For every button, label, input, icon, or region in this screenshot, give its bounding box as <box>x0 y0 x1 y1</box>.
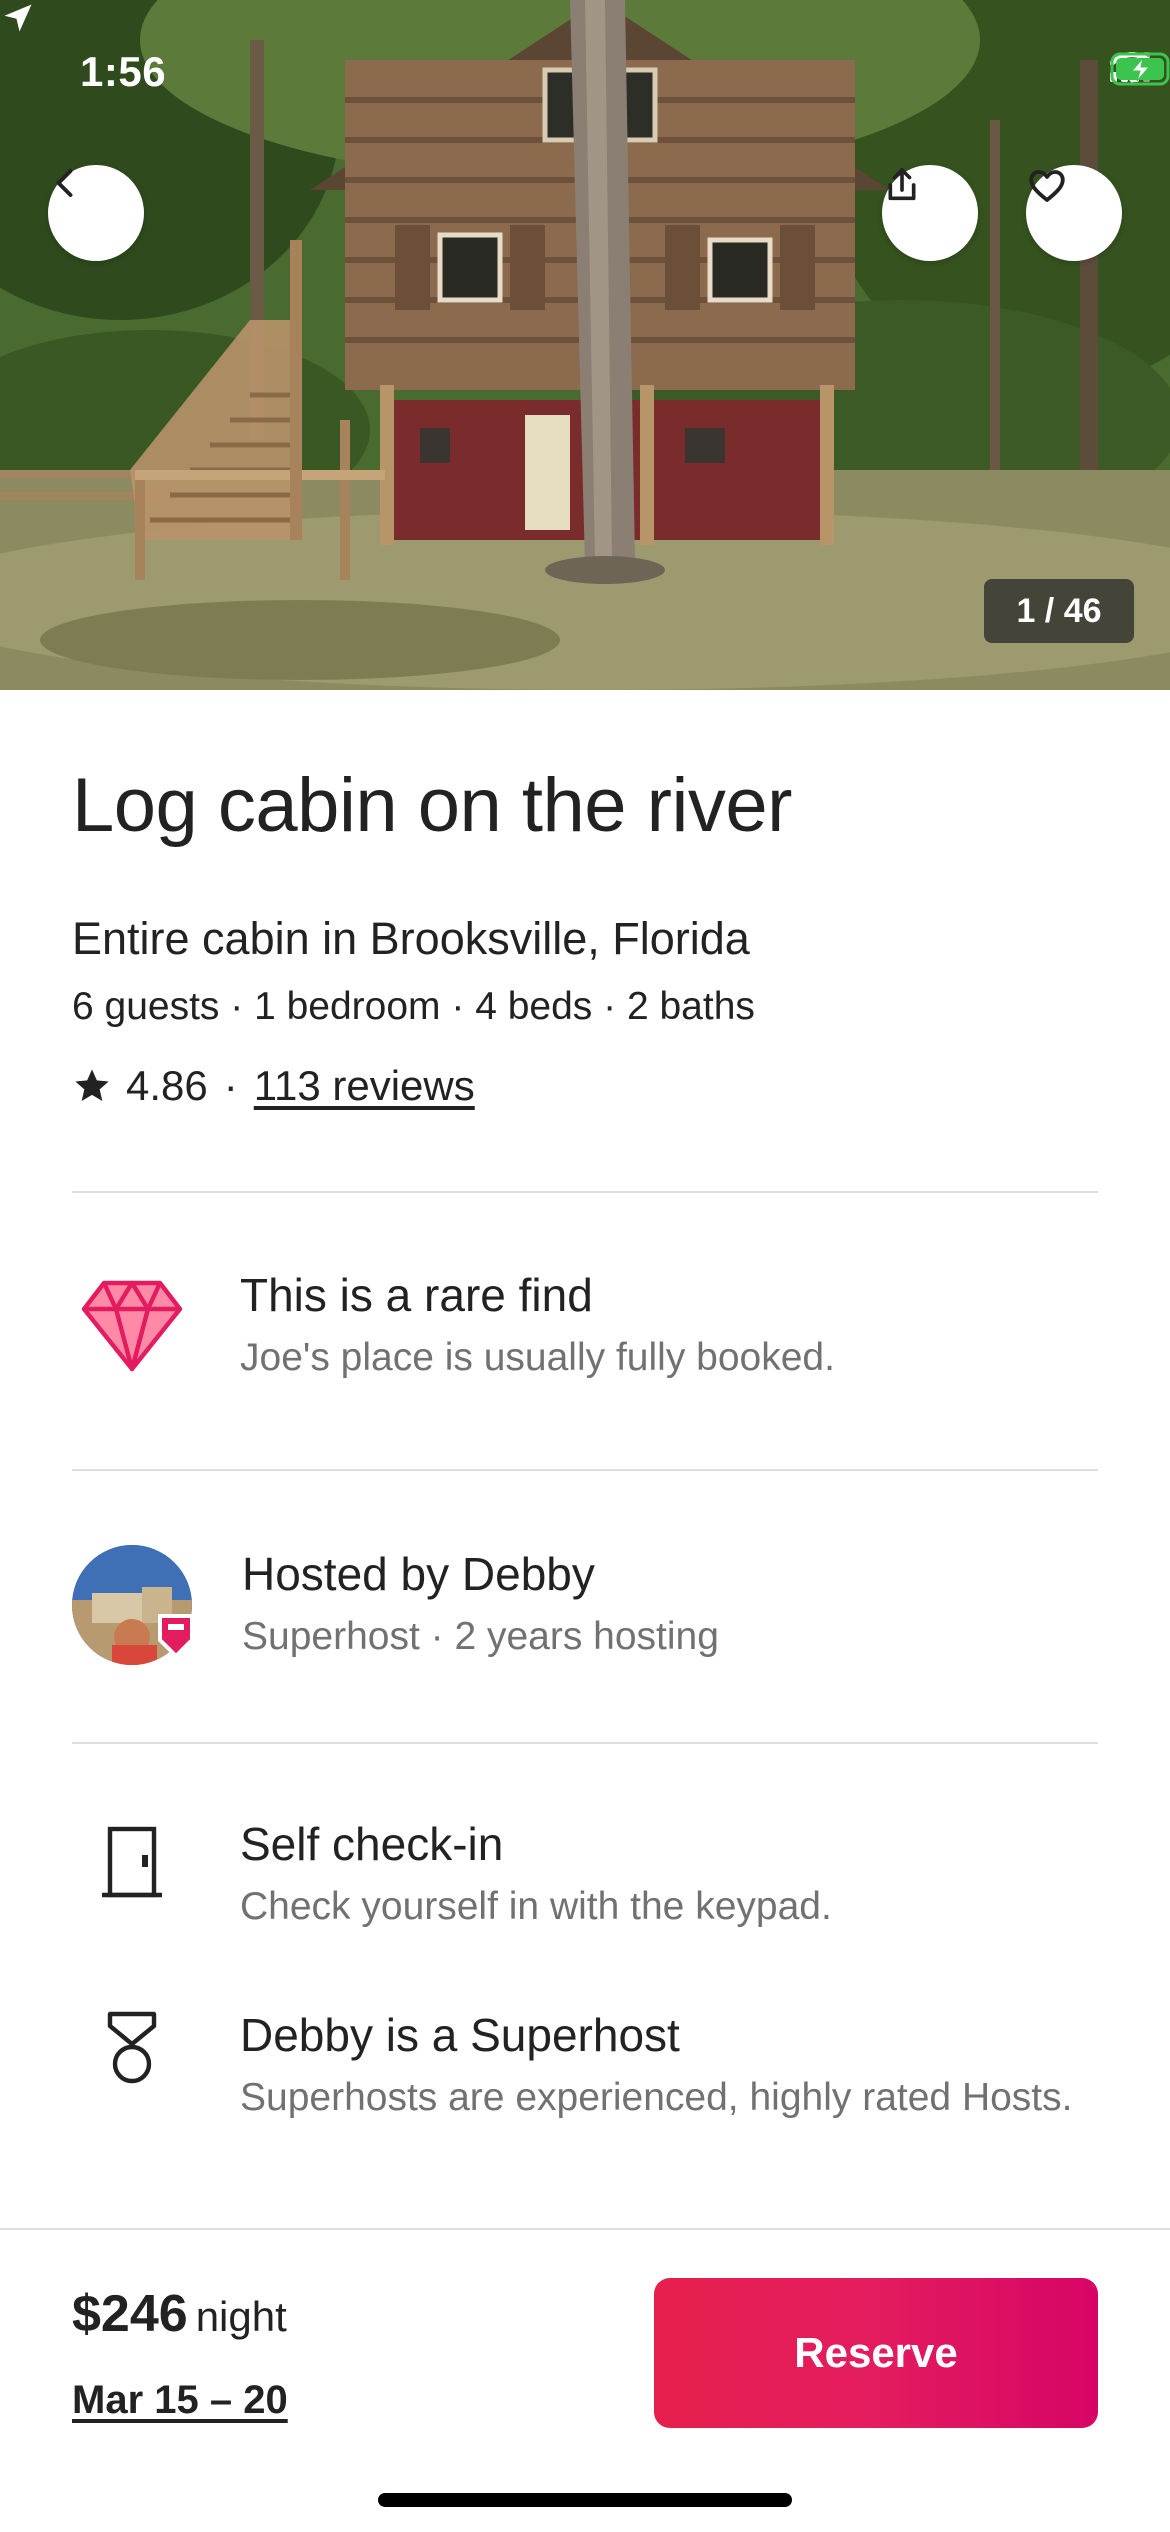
rare-find-subtitle: Joe's place is usually fully booked. <box>240 1336 835 1379</box>
price-unit: night <box>195 2293 287 2340</box>
self-checkin-title: Self check-in <box>240 1818 504 1870</box>
divider <box>72 1469 1098 1471</box>
host-title: Hosted by Debby <box>242 1548 595 1600</box>
save-favorite-button[interactable] <box>1026 165 1122 261</box>
heart-icon <box>1029 170 1065 202</box>
share-icon <box>888 168 916 201</box>
listing-subtitle: Entire cabin in Brooksville, Florida <box>72 913 750 964</box>
footer-divider <box>0 2228 1170 2230</box>
location-arrow-icon <box>4 4 32 32</box>
rare-find-title: This is a rare find <box>240 1269 593 1321</box>
battery-charging-icon <box>1110 52 1170 86</box>
rating-summary: 4.86 · 113 reviews <box>72 1062 475 1110</box>
price-value: $246 <box>72 2285 188 2343</box>
share-button[interactable] <box>882 165 978 261</box>
listing-title: Log cabin on the river <box>72 763 792 848</box>
reserve-button[interactable]: Reserve <box>654 2278 1098 2428</box>
self-checkin-subtitle: Check yourself in with the keypad. <box>240 1885 832 1928</box>
listing-photo[interactable]: 1:56 1 / 46 <box>0 0 1170 690</box>
star-icon <box>75 1069 109 1101</box>
superhost-badge-icon <box>158 1614 194 1659</box>
photo-counter: 1 / 46 <box>984 579 1134 643</box>
rating-separator: · <box>223 1062 238 1109</box>
status-time: 1:56 <box>80 48 167 95</box>
listing-specs: 6 guests · 1 bedroom · 4 beds · 2 baths <box>72 985 755 1028</box>
medal-icon <box>107 2011 157 2084</box>
dates-link[interactable]: Mar 15 – 20 <box>72 2378 288 2423</box>
host-subtitle: Superhost · 2 years hosting <box>242 1615 719 1658</box>
superhost-subtitle: Superhosts are experienced, highly rated… <box>240 2076 1073 2119</box>
home-indicator[interactable] <box>378 2493 792 2507</box>
chevron-left-icon <box>56 169 73 197</box>
price-per-night: $246 night <box>72 2284 287 2344</box>
diamond-icon <box>81 1280 183 1372</box>
divider <box>72 1191 1098 1193</box>
back-button[interactable] <box>48 165 144 261</box>
rating-value: 4.86 <box>126 1062 208 1109</box>
divider <box>72 1742 1098 1744</box>
superhost-title: Debby is a Superhost <box>240 2009 680 2061</box>
door-icon <box>102 1826 162 1898</box>
reviews-link[interactable]: 113 reviews <box>254 1062 475 1110</box>
